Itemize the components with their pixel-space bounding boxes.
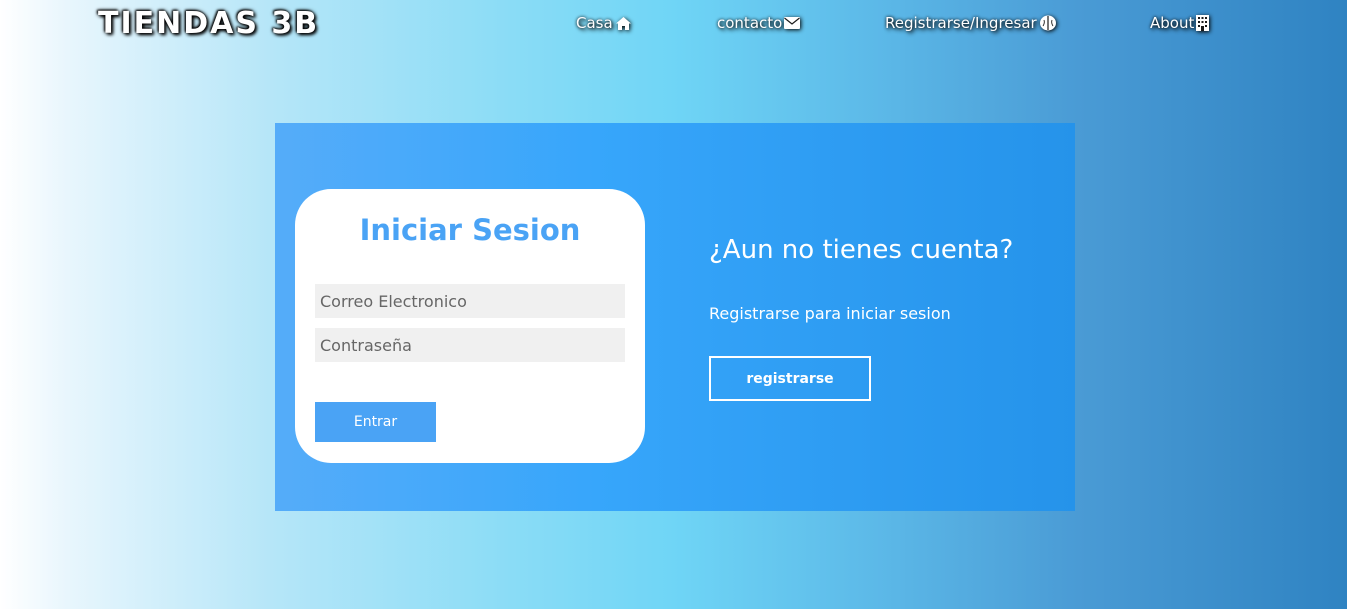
login-card: Iniciar Sesion Entrar xyxy=(295,189,645,463)
nav-link-about[interactable]: About xyxy=(1150,14,1210,32)
nav-link-contacto[interactable]: contacto xyxy=(717,14,801,32)
nav-label: Registrarse/Ingresar xyxy=(885,14,1037,32)
nav-label: contacto xyxy=(717,14,783,32)
nav-link-registrarse-ingresar[interactable]: Registrarse/Ingresar xyxy=(885,14,1057,32)
signup-subtitle: Registrarse para iniciar sesion xyxy=(709,304,951,323)
nav-label: About xyxy=(1150,14,1195,32)
register-button[interactable]: registrarse xyxy=(709,356,871,401)
login-title: Iniciar Sesion xyxy=(359,213,581,247)
brain-icon xyxy=(1039,15,1057,31)
login-submit-button[interactable]: Entrar xyxy=(315,402,436,442)
signup-title: ¿Aun no tienes cuenta? xyxy=(709,235,1014,265)
password-field[interactable] xyxy=(315,328,625,362)
home-icon xyxy=(615,16,632,31)
email-field[interactable] xyxy=(315,284,625,318)
nav-link-casa[interactable]: Casa xyxy=(576,14,632,32)
envelope-icon xyxy=(784,17,801,29)
site-logo[interactable]: TIENDAS 3B xyxy=(98,6,319,41)
nav-label: Casa xyxy=(576,14,613,32)
auth-panel: Iniciar Sesion Entrar ¿Aun no tienes cue… xyxy=(275,123,1075,511)
building-icon xyxy=(1196,15,1210,31)
